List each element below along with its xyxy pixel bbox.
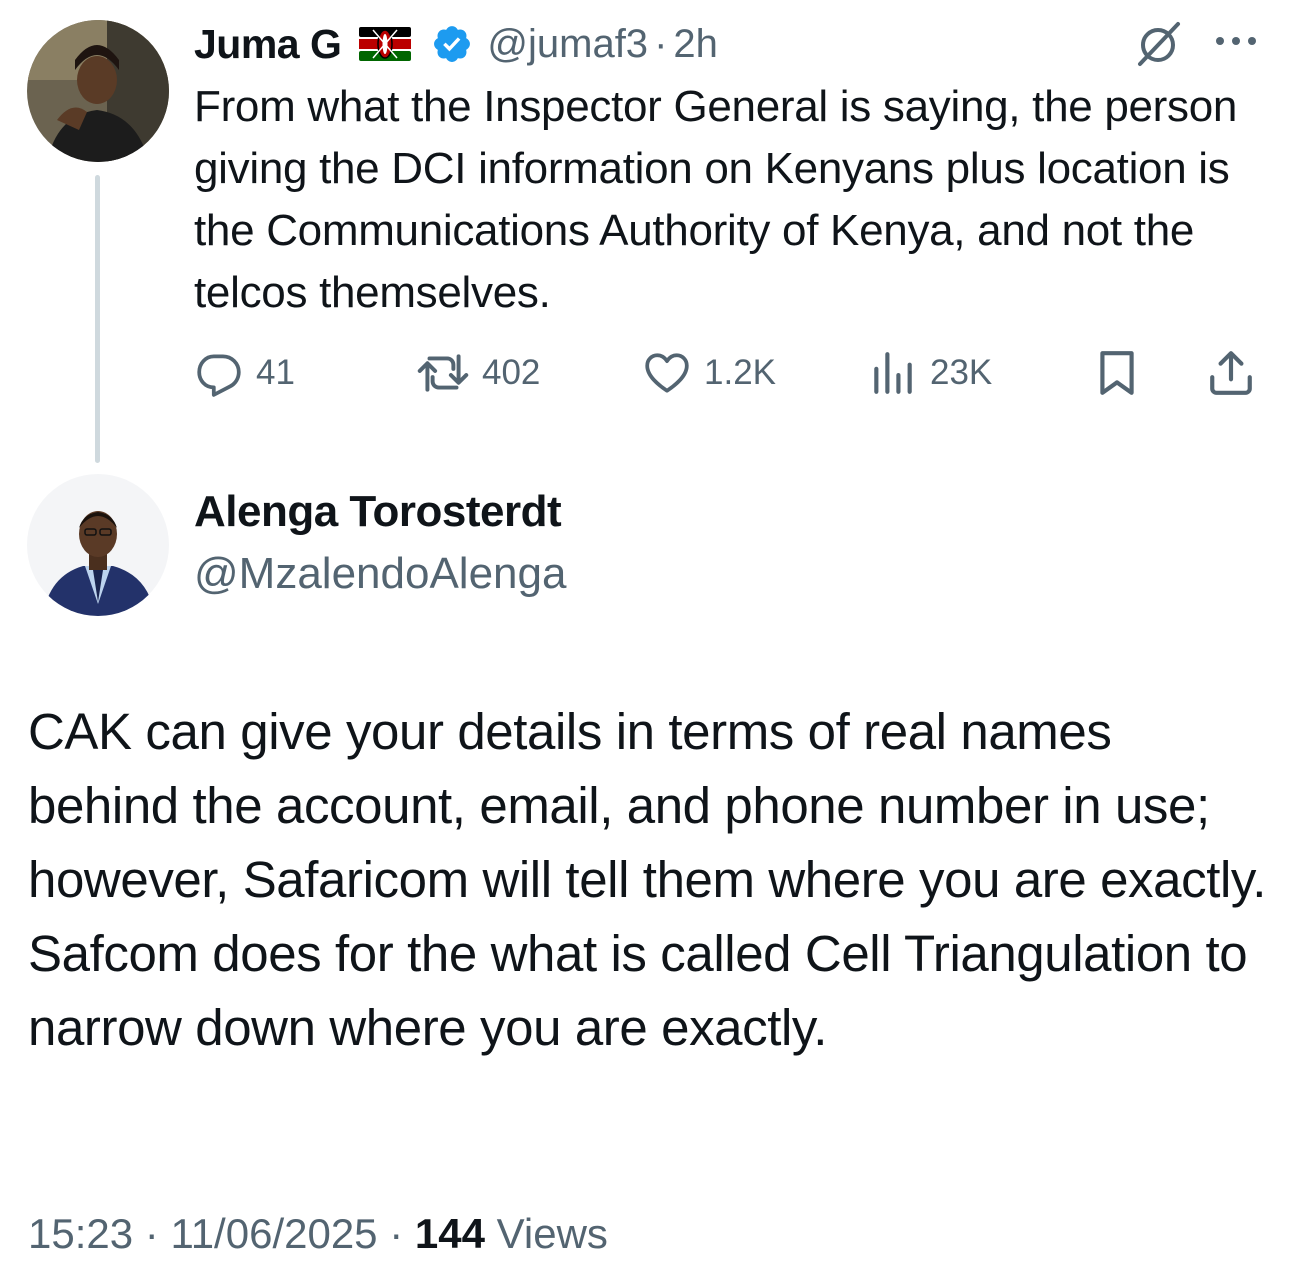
views-button[interactable]: 23K [868,345,992,401]
reply-count: 41 [256,353,295,392]
avatar[interactable] [27,20,169,162]
bookmark-icon [1100,351,1134,395]
like-count: 1.2K [704,353,776,392]
view-count: 144 [414,1210,485,1257]
tweet-meta: 15:23 · 11/06/2025 · 144 Views [28,1210,608,1258]
heart-icon [645,353,689,393]
verified-badge-icon[interactable] [431,23,473,65]
separator-dot: · [144,1210,159,1257]
reply-icon [197,354,241,397]
views-chart-icon [874,352,912,394]
thread-connector-line [95,175,100,463]
grok-icon[interactable] [1134,20,1184,68]
retweet-count: 402 [482,353,541,392]
share-button[interactable] [1206,345,1256,401]
tweet-time[interactable]: 15:23 [28,1210,133,1257]
main-display-name[interactable]: Alenga Torosterdt [194,487,562,537]
separator-dot: · [389,1210,404,1257]
avatar[interactable] [27,474,169,616]
like-button[interactable]: 1.2K [642,345,776,401]
parent-tweet-header: Juma G @jumaf3 · 2h [194,14,718,74]
bookmark-button[interactable] [1094,345,1140,401]
separator-dot: · [654,21,668,66]
views-label: Views [496,1210,608,1257]
tweet-date[interactable]: 11/06/2025 [170,1210,377,1257]
reply-button[interactable]: 41 [194,345,295,401]
retweet-icon [417,354,469,392]
share-icon [1210,351,1252,395]
kenya-flag-icon [359,27,412,61]
retweet-button[interactable]: 402 [416,345,540,401]
parent-display-name[interactable]: Juma G [194,21,342,68]
parent-handle[interactable]: @jumaf3 [487,22,648,67]
views-count: 23K [930,353,993,392]
parent-timestamp[interactable]: 2h [673,22,718,67]
main-handle[interactable]: @MzalendoAlenga [194,549,566,599]
parent-tweet-text: From what the Inspector General is sayin… [194,82,1238,317]
main-tweet-text: CAK can give your details in terms of re… [28,703,1267,1056]
more-icon[interactable] [1212,30,1262,52]
